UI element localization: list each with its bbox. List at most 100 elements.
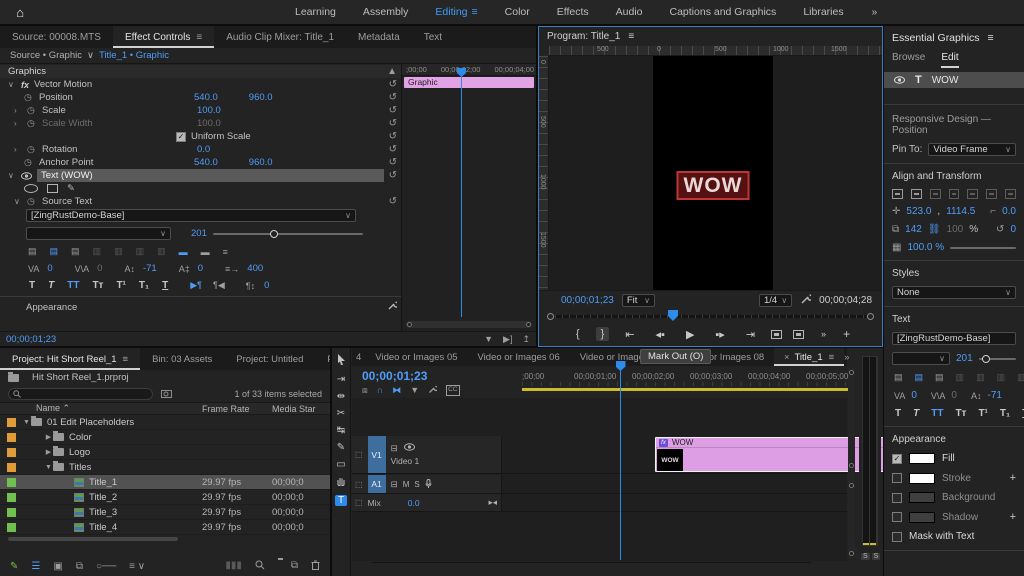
label-chip[interactable] — [7, 508, 16, 517]
audio-track-a1[interactable]: ⬚ A1 ⊟ M S — [352, 475, 847, 494]
eg-leading-value[interactable]: -71 — [988, 390, 1002, 401]
all-caps-icon[interactable]: TT — [928, 408, 946, 419]
play-button[interactable]: ▶ — [681, 327, 699, 342]
font-family-dropdown[interactable]: [ZingRustDemo-Base]∨ — [26, 209, 356, 222]
item-row-title4[interactable]: Title_4 29.97 fps 00;00;0 — [0, 520, 330, 535]
work-area-bar[interactable] — [522, 388, 852, 391]
workspace-menu-icon[interactable]: ≡ — [472, 6, 478, 18]
rect-tool-icon[interactable] — [47, 184, 58, 193]
align-left-icon[interactable]: ▤ — [892, 372, 905, 383]
zoom-handle-left[interactable] — [547, 313, 554, 320]
align-center-icon[interactable]: ▤ — [913, 372, 926, 383]
zoom-handle-right[interactable] — [867, 313, 874, 320]
small-caps-icon[interactable]: Tᴛ — [89, 280, 106, 291]
eg-tab-edit[interactable]: Edit — [941, 52, 958, 66]
reset-icon[interactable]: ↺ — [389, 196, 401, 207]
align-left-icon[interactable]: ▤ — [26, 246, 39, 257]
stopwatch-icon[interactable]: ◷ — [24, 92, 34, 103]
extract-button[interactable] — [793, 330, 804, 339]
text-top-align-icon[interactable]: ▬ — [177, 247, 190, 257]
bin-row-logo[interactable]: ▶ Logo — [0, 445, 330, 460]
panel-menu-icon[interactable]: ≡ — [196, 32, 202, 43]
delete-icon[interactable] — [311, 560, 320, 573]
bold-icon[interactable]: T — [892, 408, 904, 419]
tab-audio-clip-mixer[interactable]: Audio Clip Mixer: Title_1 — [214, 26, 346, 48]
bold-icon[interactable]: T — [26, 280, 38, 291]
panel-menu-icon[interactable]: ≡ — [829, 352, 835, 363]
video-frame[interactable]: WOW — [653, 56, 773, 290]
graphics-master-row[interactable]: Graphics ▲ — [0, 65, 401, 78]
position-y-value[interactable]: 960.0 — [249, 92, 273, 103]
linked-selection-icon[interactable]: ⧓ — [392, 385, 401, 396]
eye-icon[interactable] — [21, 172, 32, 180]
mark-out-button[interactable]: } — [596, 327, 610, 341]
source-clip-selector[interactable]: Source • Graphic — [10, 50, 82, 61]
tab-project-cut[interactable]: Project: G — [315, 348, 330, 370]
home-icon[interactable]: ⌂ — [0, 5, 40, 20]
align-v-center-icon[interactable] — [911, 189, 922, 199]
timeline-ruler[interactable]: ;00;00 00;00;01;00 00;00;02;00 00;00;03;… — [522, 372, 847, 386]
eg-anchor-rotation[interactable]: 0.0 — [1002, 206, 1016, 217]
subscript-icon[interactable]: T₁ — [997, 408, 1013, 419]
lock-icon[interactable]: ⬚ — [355, 480, 363, 489]
twirl-icon[interactable]: ∨ — [8, 80, 16, 89]
bin-row-edit-placeholders[interactable]: ▼ 01 Edit Placeholders — [0, 415, 330, 430]
workspace-assembly[interactable]: Assembly — [363, 6, 409, 18]
lock-icon[interactable]: ⬚ — [355, 450, 363, 459]
shadow-swatch[interactable] — [909, 512, 935, 523]
workspace-editing[interactable]: Editing≡ — [435, 6, 477, 18]
stopwatch-icon[interactable]: ◷ — [27, 105, 37, 116]
justify-full-icon[interactable]: ▥ — [155, 246, 168, 257]
find-icon[interactable] — [255, 560, 265, 573]
rtl-paragraph-icon[interactable]: ¶◀ — [211, 280, 227, 291]
twirl-icon[interactable]: ▼ — [44, 464, 53, 471]
workspace-effects[interactable]: Effects — [557, 6, 589, 18]
effect-controls-timeline[interactable]: ;00;00 00;00;02;00 00;00;04;00 Graphic — [402, 64, 536, 331]
eg-font-style-dropdown[interactable]: ∨ — [892, 352, 950, 365]
label-chip[interactable] — [7, 493, 16, 502]
voiceover-mic-icon[interactable] — [425, 479, 432, 490]
v1-track-header[interactable]: ⬚ V1 ⊟ Video 1 — [352, 436, 502, 473]
export-frame-icon[interactable]: ↥ — [522, 334, 530, 345]
underline-icon[interactable]: T — [1019, 408, 1024, 419]
search-in-bin-icon[interactable] — [161, 385, 172, 403]
anchor-y-value[interactable]: 960.0 — [249, 157, 273, 168]
workspace-libraries[interactable]: Libraries — [803, 6, 843, 18]
twirl-icon[interactable]: ∨ — [8, 171, 16, 180]
anchor-x-value[interactable]: 540.0 — [194, 157, 218, 168]
icon-view-icon[interactable]: ▣ — [53, 561, 62, 572]
add-marker-icon[interactable]: ▼ — [410, 385, 419, 396]
ec-playhead-line[interactable] — [461, 76, 462, 317]
chevron-down-icon[interactable]: ∨ — [87, 50, 94, 61]
sort-icons-icon[interactable]: ≡ ∨ — [129, 561, 145, 572]
tab-metadata[interactable]: Metadata — [346, 26, 412, 48]
mute-button[interactable]: M — [403, 480, 410, 489]
tab-title1-sequence[interactable]: ×Title_1≡ — [774, 348, 844, 366]
leading-value[interactable]: -71 — [143, 263, 157, 274]
panel-overflow-icon[interactable]: » — [844, 352, 855, 363]
meter-solo-left[interactable]: S — [861, 553, 870, 560]
tab-text[interactable]: Text — [412, 26, 454, 48]
twirl-icon[interactable]: ∨ — [14, 197, 22, 206]
collapse-icon[interactable]: ▲ — [387, 66, 401, 77]
solo-button[interactable]: S — [414, 480, 419, 489]
align-right-icon[interactable]: ▤ — [933, 372, 946, 383]
bin-row-color[interactable]: ▶ Color — [0, 430, 330, 445]
v1-source-patch[interactable]: V1 — [368, 436, 386, 473]
eg-scale-value[interactable]: 142 — [905, 224, 922, 235]
go-to-in-button[interactable]: ⇤ — [620, 327, 639, 342]
tab-project-untitled[interactable]: Project: Untitled — [224, 348, 315, 370]
justify-right-icon[interactable]: ▥ — [995, 372, 1008, 383]
align-right-icon[interactable]: ▤ — [69, 246, 82, 257]
project-column-headers[interactable]: Name ⌃ Frame Rate Media Star — [0, 402, 330, 415]
stopwatch-icon[interactable]: ◷ — [27, 144, 37, 155]
justify-left-icon[interactable]: ▥ — [954, 372, 967, 383]
lock-icon[interactable]: ⬚ — [355, 498, 363, 507]
keyframe-nav-icon[interactable]: ▸◂ — [488, 497, 501, 508]
pen-tool-icon[interactable]: ✎ — [67, 183, 75, 194]
zoom-fit-dropdown[interactable]: Fit∨ — [622, 294, 655, 307]
twirl-icon[interactable]: ▶ — [44, 448, 53, 456]
eg-rotate-value[interactable]: 0 — [1010, 224, 1016, 235]
ellipse-tool-icon[interactable] — [24, 184, 38, 193]
nest-sequences-icon[interactable]: ⧈ — [362, 385, 368, 396]
